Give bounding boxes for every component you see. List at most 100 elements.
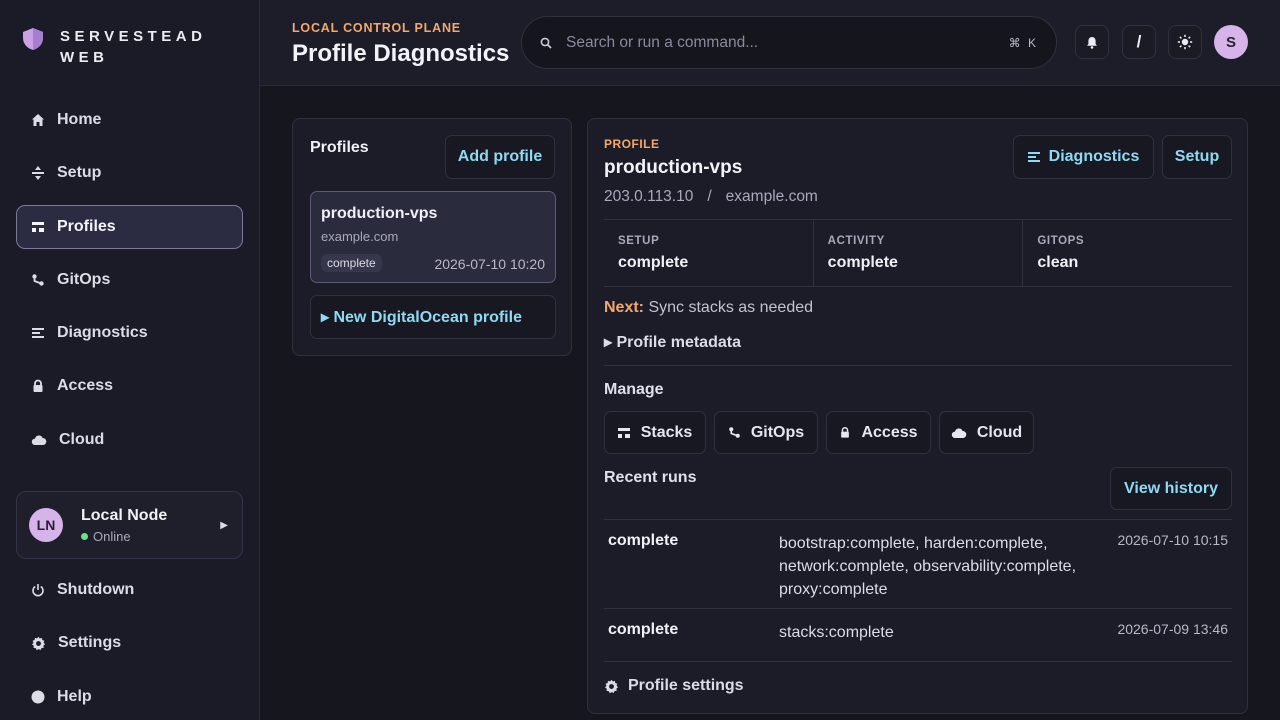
brand[interactable]: SERVESTEAD WEB [20, 26, 230, 68]
stacks-button-label: Stacks [640, 423, 693, 441]
node-info: Local Node Online [81, 507, 220, 544]
bell-icon [1086, 36, 1098, 49]
stat-gitops: GITOPS clean [1023, 220, 1232, 286]
sidebar-item-settings[interactable]: Settings [16, 621, 243, 665]
shield-logo-icon [20, 26, 46, 52]
detail-eyebrow: PROFILE [604, 137, 660, 151]
profile-host: example.com [321, 229, 399, 244]
gear-icon [31, 636, 46, 651]
sidebar-item-help[interactable]: Help [16, 675, 243, 719]
next-text: Sync stacks as needed [648, 299, 814, 316]
profiles-card: Profiles Add profile production-vps exam… [292, 118, 572, 356]
sidebar-nav: Home Setup Profiles GitOps Diagnostics A… [16, 98, 243, 471]
profile-metadata-toggle[interactable]: ▸ Profile metadata [604, 332, 1232, 366]
slash-command-button[interactable]: / [1122, 25, 1156, 59]
notifications-button[interactable] [1075, 25, 1109, 59]
run-steps: bootstrap:complete, harden:complete, net… [779, 535, 1077, 598]
profile-ip: 203.0.113.10 [604, 188, 694, 205]
sun-icon [1177, 34, 1193, 50]
node-name: Local Node [81, 506, 168, 524]
sidebar: SERVESTEAD WEB Home Setup Profiles GitOp… [0, 0, 260, 720]
lock-icon [839, 426, 851, 439]
status-badge: complete [321, 254, 382, 272]
stat-value: clean [1037, 254, 1079, 271]
setup-button[interactable]: Setup [1162, 135, 1232, 179]
local-node-card[interactable]: LN Local Node Online ▶ [16, 491, 243, 559]
sidebar-item-setup[interactable]: Setup [16, 151, 243, 195]
stat-label: SETUP [618, 235, 660, 247]
sidebar-item-cloud[interactable]: Cloud [16, 418, 243, 462]
run-time: 2026-07-10 10:15 [1117, 532, 1228, 548]
profile-list-item[interactable]: production-vps example.com complete 2026… [310, 191, 556, 283]
search-placeholder: Search or run a command... [566, 33, 759, 51]
new-digitalocean-profile-button[interactable]: ▸ New DigitalOcean profile [310, 295, 556, 339]
view-history-button[interactable]: View history [1110, 467, 1232, 510]
stacks-button[interactable]: Stacks [604, 411, 706, 454]
profiles-title: Profiles [310, 139, 369, 156]
cloud-button-label: Cloud [976, 423, 1023, 441]
gear-icon [604, 679, 619, 694]
manage-title: Manage [604, 381, 664, 398]
stat-setup: SETUP complete [604, 220, 814, 286]
run-steps: stacks:complete [779, 624, 894, 641]
profile-name-heading: production-vps [604, 157, 743, 178]
sidebar-item-label: Profiles [57, 217, 116, 235]
sidebar-item-profiles[interactable]: Profiles [16, 204, 243, 249]
access-button-label: Access [861, 423, 918, 441]
profile-settings-button[interactable]: Profile settings [604, 677, 744, 695]
table-row: complete bootstrap:complete, harden:comp… [604, 520, 1232, 609]
search-input[interactable]: Search or run a command... ⌘ K [521, 16, 1057, 69]
lock-icon [31, 379, 45, 393]
recent-runs-table: complete bootstrap:complete, harden:comp… [604, 519, 1232, 662]
stat-activity: ACTIVITY complete [814, 220, 1024, 286]
chevron-right-icon: ▶ [220, 519, 228, 531]
sidebar-item-shutdown[interactable]: Shutdown [16, 568, 243, 612]
gitops-button[interactable]: GitOps [714, 411, 818, 454]
cloud-icon [951, 427, 967, 439]
access-button[interactable]: Access [826, 411, 931, 454]
run-time: 2026-07-09 13:46 [1117, 621, 1228, 637]
profiles-icon [31, 220, 45, 234]
diagnostics-icon [31, 326, 45, 340]
search-shortcut: ⌘ K [1008, 35, 1038, 50]
stat-value: complete [827, 254, 898, 271]
profile-host: example.com [725, 188, 818, 205]
diagnostics-button[interactable]: Diagnostics [1013, 135, 1154, 179]
node-avatar: LN [29, 508, 63, 542]
sidebar-item-label: Diagnostics [57, 324, 148, 342]
theme-toggle-button[interactable] [1168, 25, 1202, 59]
top-header: LOCAL CONTROL PLANE Profile Diagnostics … [260, 0, 1280, 86]
table-row: complete stacks:complete 2026-07-09 13:4… [604, 609, 1232, 662]
run-status: complete [608, 621, 679, 638]
sidebar-item-gitops[interactable]: GitOps [16, 258, 243, 302]
status-summary: SETUP complete ACTIVITY complete GITOPS … [604, 219, 1232, 287]
gitops-button-label: GitOps [750, 423, 805, 441]
address-separator: / [707, 188, 712, 205]
sidebar-item-label: Access [57, 377, 114, 395]
sidebar-item-label: GitOps [57, 270, 111, 288]
stacks-icon [617, 427, 631, 439]
sidebar-item-access[interactable]: Access [16, 364, 243, 408]
cloud-icon [31, 434, 47, 446]
sidebar-item-diagnostics[interactable]: Diagnostics [16, 311, 243, 355]
cloud-button[interactable]: Cloud [939, 411, 1034, 454]
gitops-icon [31, 273, 45, 287]
sidebar-item-label: Help [57, 687, 92, 705]
add-profile-button[interactable]: Add profile [445, 135, 555, 179]
profile-detail-card: PROFILE production-vps 203.0.113.10 / ex… [587, 118, 1248, 714]
sidebar-bottom-nav: Shutdown Settings Help [16, 568, 243, 720]
recent-runs-title: Recent runs [604, 469, 697, 486]
sidebar-item-label: Settings [58, 634, 122, 652]
next-label: Next: [604, 299, 645, 316]
run-status: complete [608, 532, 679, 549]
next-step: Next: Sync stacks as needed [604, 299, 813, 317]
slash-label: / [1136, 32, 1142, 51]
user-avatar[interactable]: S [1214, 25, 1248, 59]
node-status: Online [81, 529, 220, 544]
profile-date: 2026-07-10 10:20 [434, 256, 545, 272]
search-icon [540, 37, 552, 49]
brand-name: SERVESTEAD WEB [60, 28, 207, 66]
node-status-text: Online [93, 528, 131, 544]
online-dot-icon [81, 532, 88, 540]
sidebar-item-home[interactable]: Home [16, 98, 243, 142]
